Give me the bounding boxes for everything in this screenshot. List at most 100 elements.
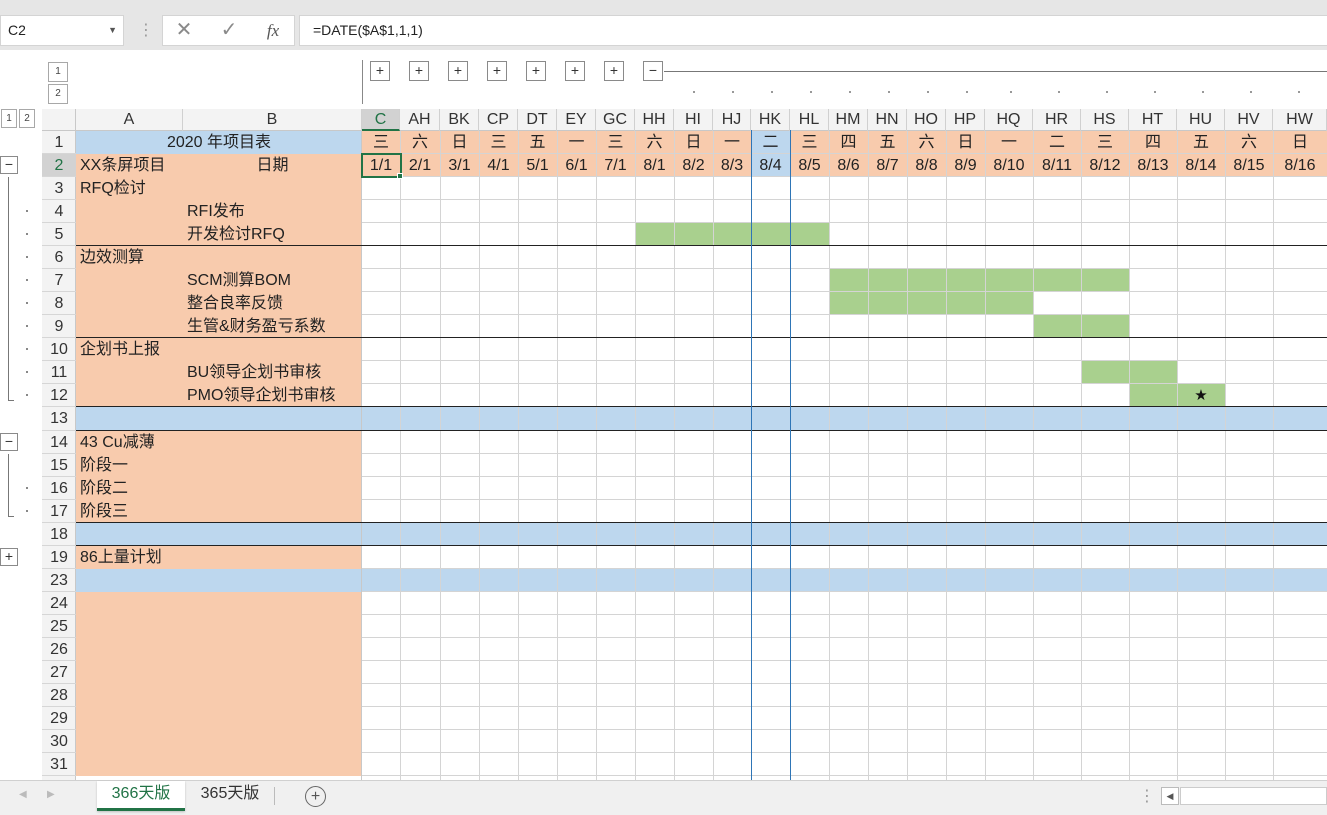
row-outline-dot[interactable] xyxy=(26,302,28,305)
row-header-25[interactable]: 25 xyxy=(42,615,76,638)
add-sheet-icon[interactable]: + xyxy=(305,786,326,807)
row-collapse-button-2[interactable]: − xyxy=(0,156,18,175)
col-outline-dot[interactable] xyxy=(849,91,851,93)
grid-hline[interactable] xyxy=(362,636,1327,638)
row-header-11[interactable]: 11 xyxy=(42,361,76,385)
row-header-17[interactable]: 17 xyxy=(42,500,76,523)
date-cell-EY[interactable]: 6/1 xyxy=(557,154,596,177)
row-outline-dot[interactable] xyxy=(26,486,28,489)
row-header-30[interactable]: 30 xyxy=(42,730,76,754)
col-outline-dot[interactable] xyxy=(1010,91,1012,93)
select-all-corner[interactable] xyxy=(42,109,76,131)
col-header-HJ[interactable]: HJ xyxy=(713,109,751,131)
col-header-C[interactable]: C xyxy=(362,109,400,131)
date-cell-HV[interactable]: 8/15 xyxy=(1225,154,1273,177)
grid-hline[interactable] xyxy=(362,222,1327,224)
row-outline-gutter[interactable] xyxy=(0,131,42,780)
date-cell-CP[interactable]: 4/1 xyxy=(479,154,518,177)
label-row-bg[interactable] xyxy=(76,591,362,615)
row-outline-level-1-button[interactable]: 1 xyxy=(1,109,17,128)
cell-A6[interactable]: 边效测算 xyxy=(80,246,360,269)
row-header-28[interactable]: 28 xyxy=(42,684,76,707)
row-group-bracket[interactable] xyxy=(8,177,9,402)
label-row-bg[interactable] xyxy=(76,707,362,731)
fill-handle[interactable] xyxy=(397,173,403,180)
grid-hline[interactable] xyxy=(362,268,1327,270)
col-header-HP[interactable]: HP xyxy=(946,109,985,131)
col-header-AH[interactable]: AH xyxy=(400,109,440,131)
col-header-CP[interactable]: CP xyxy=(479,109,518,131)
row-header-10[interactable]: 10 xyxy=(42,338,76,362)
cell-B4[interactable]: RFI发布 xyxy=(187,200,362,223)
hscroll-left-icon[interactable]: ◀ xyxy=(1161,787,1179,805)
col-outline-dot[interactable] xyxy=(1250,91,1252,93)
date-cell-BK[interactable]: 3/1 xyxy=(440,154,479,177)
grid-hline[interactable] xyxy=(362,291,1327,293)
weekday-cell-HR[interactable]: 二 xyxy=(1033,131,1081,154)
separator-row-band[interactable] xyxy=(362,522,1327,546)
row-header-4[interactable]: 4 xyxy=(42,200,76,224)
col-expand-button[interactable]: + xyxy=(370,61,390,81)
col-expand-button[interactable]: + xyxy=(487,61,507,81)
grid-hline[interactable] xyxy=(362,314,1327,316)
today-line-right[interactable] xyxy=(790,130,791,780)
sheet-tab-365[interactable]: 365天版 xyxy=(187,781,273,808)
grid-hline[interactable] xyxy=(362,452,1327,454)
grid-hline[interactable] xyxy=(362,613,1327,615)
col-outline-dot[interactable] xyxy=(1154,91,1156,93)
date-cell-HS[interactable]: 8/12 xyxy=(1081,154,1129,177)
label-row-bg[interactable] xyxy=(76,637,362,661)
row-outline-dot[interactable] xyxy=(26,279,28,282)
weekday-cell-GC[interactable]: 三 xyxy=(596,131,635,154)
grid-hline[interactable] xyxy=(362,659,1327,661)
row-header-8[interactable]: 8 xyxy=(42,292,76,316)
row-header-23[interactable]: 23 xyxy=(42,569,76,592)
col-outline-group-line[interactable] xyxy=(362,60,363,104)
grid-hline[interactable] xyxy=(362,567,1327,569)
col-outline-dot[interactable] xyxy=(771,91,773,93)
weekday-cell-HQ[interactable]: 一 xyxy=(985,131,1033,154)
date-cell-HW[interactable]: 8/16 xyxy=(1273,154,1327,177)
label-row-bg[interactable] xyxy=(76,614,362,638)
row-collapse-button-14[interactable]: − xyxy=(0,432,18,451)
col-outline-dot[interactable] xyxy=(888,91,890,93)
weekday-cell-HJ[interactable]: 一 xyxy=(713,131,751,154)
col-outline-dot[interactable] xyxy=(927,91,929,93)
date-cell-HH[interactable]: 8/1 xyxy=(635,154,674,177)
date-cell-HI[interactable]: 8/2 xyxy=(674,154,713,177)
row-header-5[interactable]: 5 xyxy=(42,223,76,247)
col-outline-dot[interactable] xyxy=(1106,91,1108,93)
date-cell-AH[interactable]: 2/1 xyxy=(400,154,440,177)
col-expand-button[interactable]: + xyxy=(604,61,624,81)
grid-hline[interactable] xyxy=(362,360,1327,362)
row-group-bracket-end[interactable] xyxy=(8,400,14,402)
date-cell-HN[interactable]: 8/7 xyxy=(868,154,907,177)
date-cell-HT[interactable]: 8/13 xyxy=(1129,154,1177,177)
date-cell-HM[interactable]: 8/6 xyxy=(829,154,868,177)
row-outline-dot[interactable] xyxy=(26,325,28,328)
grid-hline[interactable] xyxy=(362,498,1327,500)
row-header-29[interactable]: 29 xyxy=(42,707,76,731)
col-header-EY[interactable]: EY xyxy=(557,109,596,131)
weekday-cell-C[interactable]: 三 xyxy=(362,131,400,154)
scroll-tabs-left-icon[interactable]: ◀ xyxy=(19,789,27,800)
col-header-HR[interactable]: HR xyxy=(1033,109,1081,131)
row-outline-dot[interactable] xyxy=(26,233,28,236)
label-row-bg[interactable] xyxy=(76,568,362,592)
col-outline-level-2-button[interactable]: 2 xyxy=(48,84,68,104)
cell-A15[interactable]: 阶段一 xyxy=(80,454,360,477)
row-header-12[interactable]: 12 xyxy=(42,384,76,408)
milestone-star-icon[interactable]: ★ xyxy=(1177,384,1225,407)
cell-B5[interactable]: 开发检讨RFQ xyxy=(187,223,362,246)
grid-hline[interactable] xyxy=(362,729,1327,731)
col-header-HL[interactable]: HL xyxy=(790,109,829,131)
row-header-18[interactable]: 18 xyxy=(42,523,76,546)
sheet-tab-366[interactable]: 366天版 xyxy=(97,781,185,811)
row-header-6[interactable]: 6 xyxy=(42,246,76,270)
col-header-HH[interactable]: HH xyxy=(635,109,674,131)
col-collapse-button[interactable]: − xyxy=(643,61,663,81)
label-row-bg[interactable] xyxy=(76,753,362,777)
weekday-cell-DT[interactable]: 五 xyxy=(518,131,557,154)
row-header-24[interactable]: 24 xyxy=(42,592,76,615)
date-cell-HQ[interactable]: 8/10 xyxy=(985,154,1033,177)
